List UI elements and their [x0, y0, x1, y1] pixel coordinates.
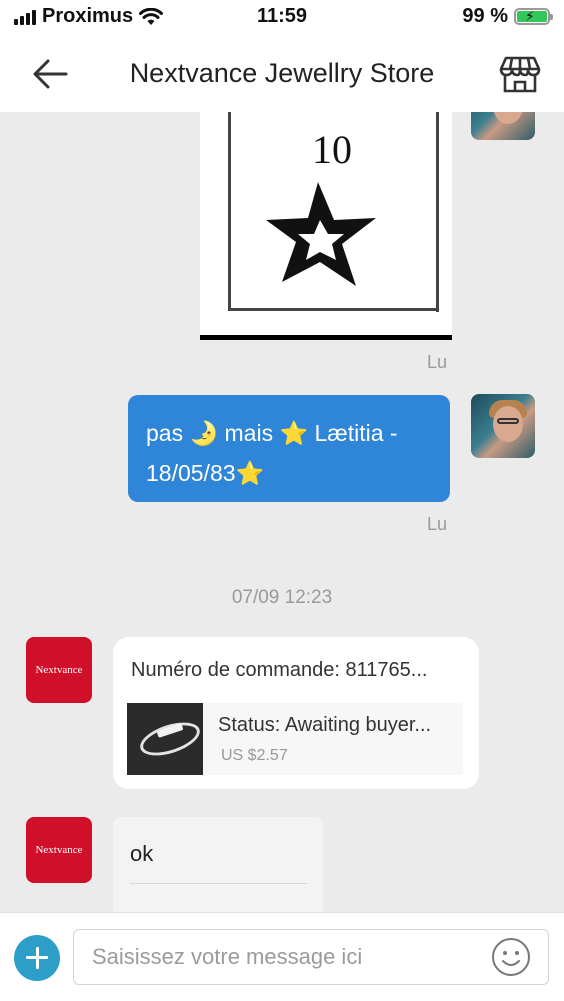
- image-message[interactable]: 10: [200, 112, 452, 340]
- store-avatar[interactable]: Nextvance: [26, 817, 92, 883]
- chat-area[interactable]: 10 Lu pas 🌛 mais ⭐ Lætitia - 18/05/83⭐ L…: [0, 112, 564, 912]
- message-text: pas: [146, 420, 190, 446]
- add-attachment-button[interactable]: [14, 935, 60, 981]
- chat-header: Nextvance Jewellry Store: [0, 36, 564, 112]
- star-emoji: ⭐: [235, 460, 265, 486]
- read-status: Lu: [427, 514, 448, 534]
- user-avatar[interactable]: [471, 112, 535, 140]
- battery-icon: ⚡: [514, 8, 553, 25]
- order-number: Numéro de commande: 811765...: [131, 659, 428, 681]
- moon-emoji: 🌛: [189, 420, 219, 446]
- emoji-button[interactable]: [491, 937, 531, 977]
- order-item[interactable]: Status: Awaiting buyer... US $2.57: [127, 703, 463, 775]
- message-text: ok: [130, 841, 154, 866]
- star-icon: [266, 182, 376, 286]
- order-status: Status: Awaiting buyer...: [218, 714, 432, 736]
- user-avatar[interactable]: [471, 394, 535, 458]
- store-avatar[interactable]: Nextvance: [26, 637, 92, 703]
- message-text: mais: [218, 420, 280, 446]
- status-right: 99 % ⚡: [462, 5, 553, 28]
- smiley-icon: [492, 938, 530, 976]
- product-thumbnail: [127, 703, 204, 775]
- message-input[interactable]: [73, 929, 549, 985]
- sent-message-bubble[interactable]: pas 🌛 mais ⭐ Lætitia - 18/05/83⭐: [128, 395, 450, 502]
- store-icon: [499, 56, 541, 93]
- received-message-bubble[interactable]: ok: [113, 817, 323, 912]
- store-avatar-text: Nextvance: [35, 844, 83, 856]
- read-status: Lu: [427, 352, 448, 372]
- store-button[interactable]: [498, 52, 542, 96]
- store-avatar-text: Nextvance: [35, 664, 83, 676]
- order-card[interactable]: Numéro de commande: 811765... Status: Aw…: [113, 637, 479, 789]
- message-timestamp: 07/09 12:23: [231, 587, 333, 608]
- page-title: Nextvance Jewellry Store: [129, 58, 435, 88]
- message-input-bar: [0, 912, 564, 1001]
- battery-percent: 99 %: [462, 5, 508, 27]
- image-number: 10: [312, 127, 352, 172]
- star-emoji: ⭐: [279, 420, 309, 446]
- status-bar: Proximus 11:59 99 % ⚡: [0, 0, 564, 36]
- order-price: US $2.57: [221, 747, 288, 764]
- divider: [130, 883, 307, 884]
